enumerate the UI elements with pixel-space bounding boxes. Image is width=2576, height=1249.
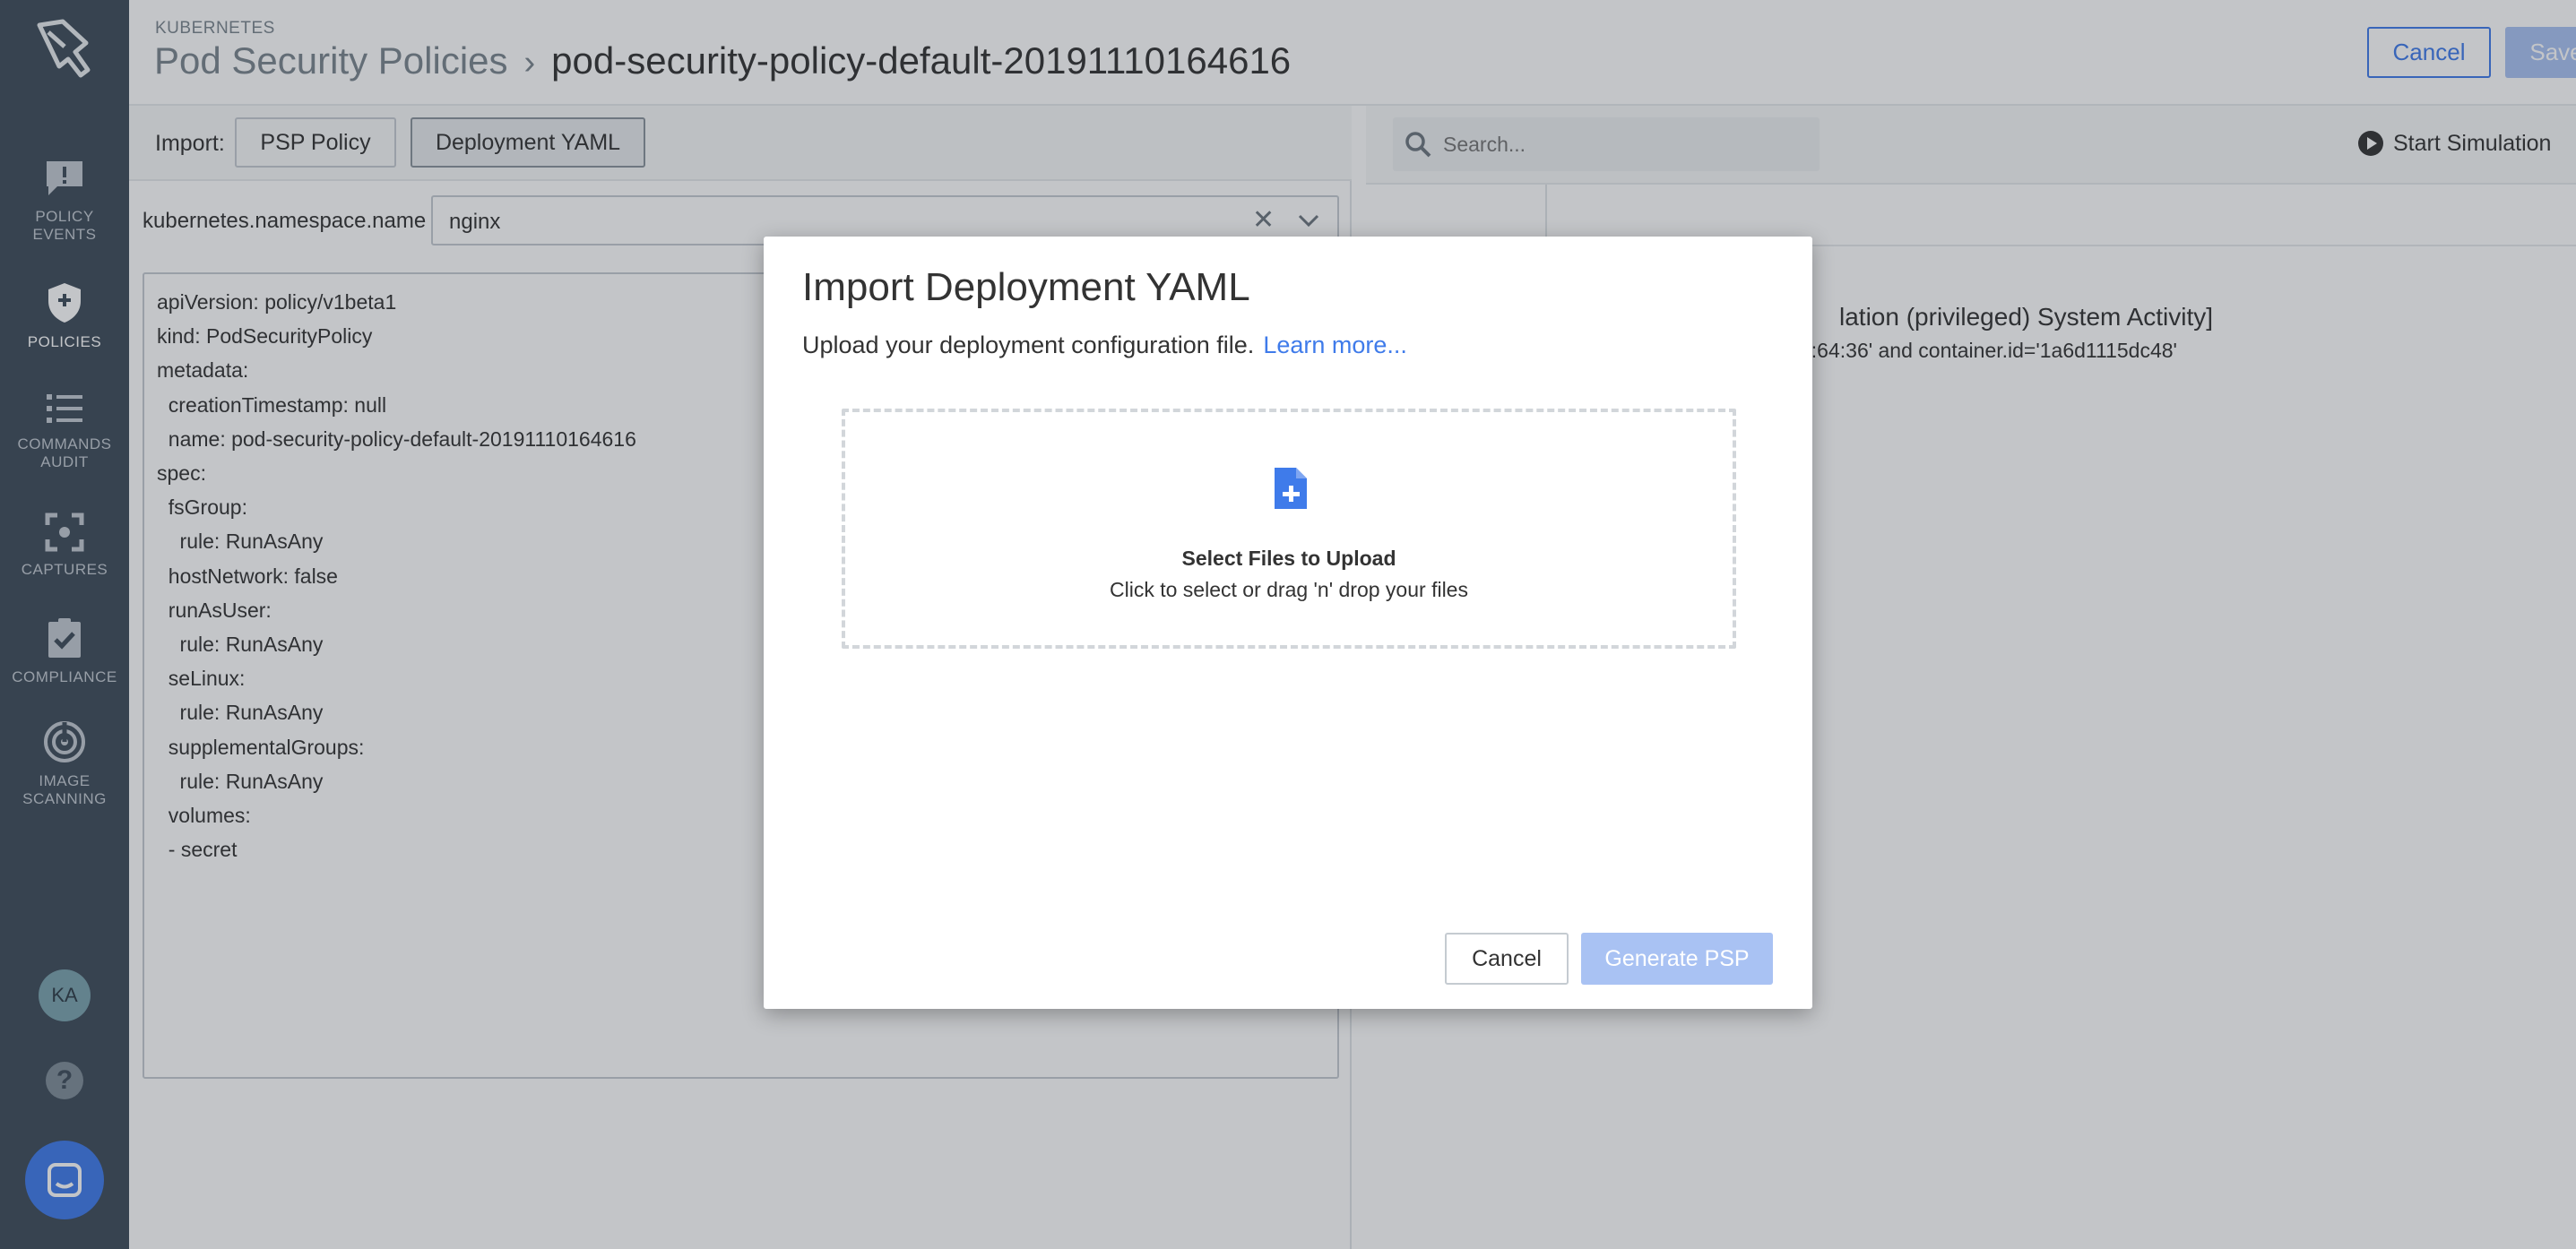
dialog-subtitle: Upload your deployment configuration fil…: [802, 332, 1407, 359]
import-deployment-yaml-dialog: Import Deployment YAML Upload your deplo…: [764, 237, 1812, 1009]
dialog-description: Upload your deployment configuration fil…: [802, 332, 1255, 358]
dropzone-subtitle: Click to select or drag 'n' drop your fi…: [1110, 578, 1468, 601]
dialog-title: Import Deployment YAML: [802, 265, 1250, 309]
learn-more-link[interactable]: Learn more...: [1263, 332, 1407, 358]
dropzone-title: Select Files to Upload: [1181, 547, 1396, 570]
dialog-cancel-button[interactable]: Cancel: [1445, 933, 1569, 985]
file-plus-icon: [1275, 468, 1307, 509]
file-dropzone[interactable]: Select Files to Upload Click to select o…: [842, 409, 1736, 649]
generate-psp-button[interactable]: Generate PSP: [1581, 933, 1773, 985]
